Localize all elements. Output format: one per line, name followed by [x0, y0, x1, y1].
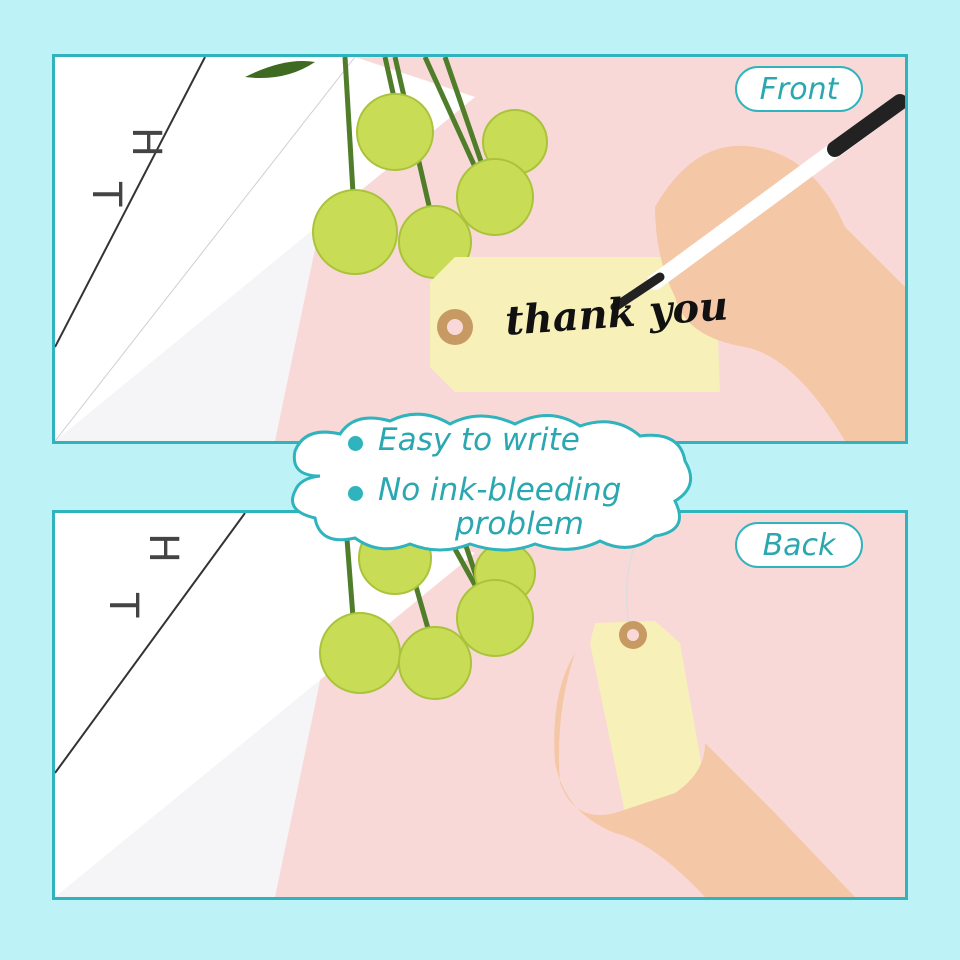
svg-text:T: T	[83, 181, 129, 207]
front-label-badge: Front	[735, 66, 863, 112]
back-photo-scene: H T	[55, 513, 905, 897]
bullet-dot-2	[348, 486, 363, 501]
svg-text:H: H	[123, 127, 169, 157]
front-photo-panel: H T	[52, 54, 908, 444]
feature-problem: problem	[455, 506, 584, 542]
feature-no-ink-bleeding: No ink-bleeding	[378, 472, 622, 508]
svg-text:T: T	[100, 592, 146, 618]
svg-text:H: H	[140, 533, 186, 563]
front-photo-scene: H T	[55, 57, 905, 441]
feature-easy-to-write: Easy to write	[378, 422, 580, 458]
bullet-dot-1	[348, 436, 363, 451]
back-label-badge: Back	[735, 522, 863, 568]
back-photo-panel: H T	[52, 510, 908, 900]
